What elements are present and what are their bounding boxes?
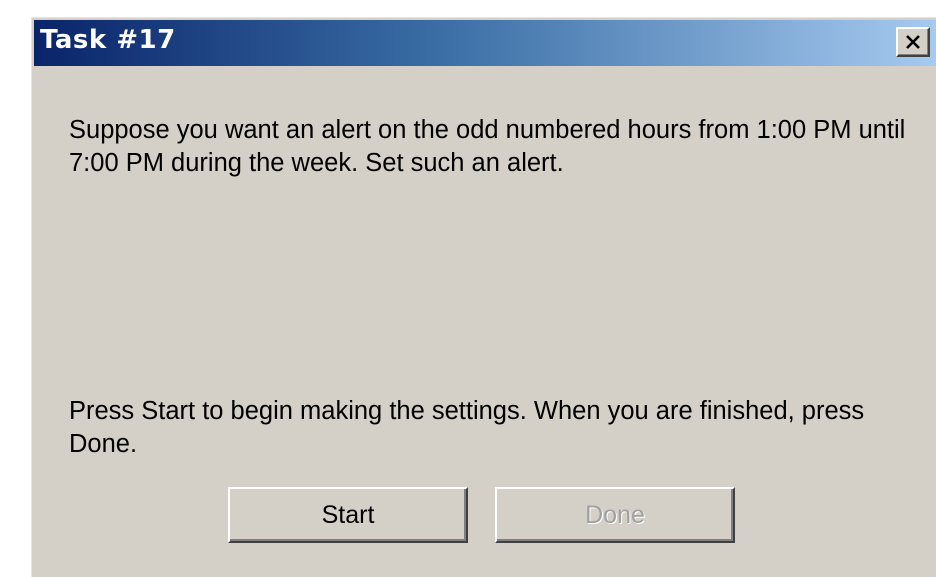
start-button[interactable]: Start: [228, 487, 468, 543]
done-button[interactable]: Done: [495, 487, 735, 543]
close-button[interactable]: [896, 27, 930, 57]
dialog-title: Task #17: [40, 25, 176, 55]
task-dialog: Task #17 Suppose you want an alert on th…: [31, 17, 936, 577]
task-hint: Press Start to begin making the settings…: [69, 397, 865, 458]
task-instruction: Suppose you want an alert on the odd num…: [69, 116, 906, 177]
title-bar[interactable]: Task #17: [34, 20, 936, 66]
close-icon: [906, 35, 920, 49]
